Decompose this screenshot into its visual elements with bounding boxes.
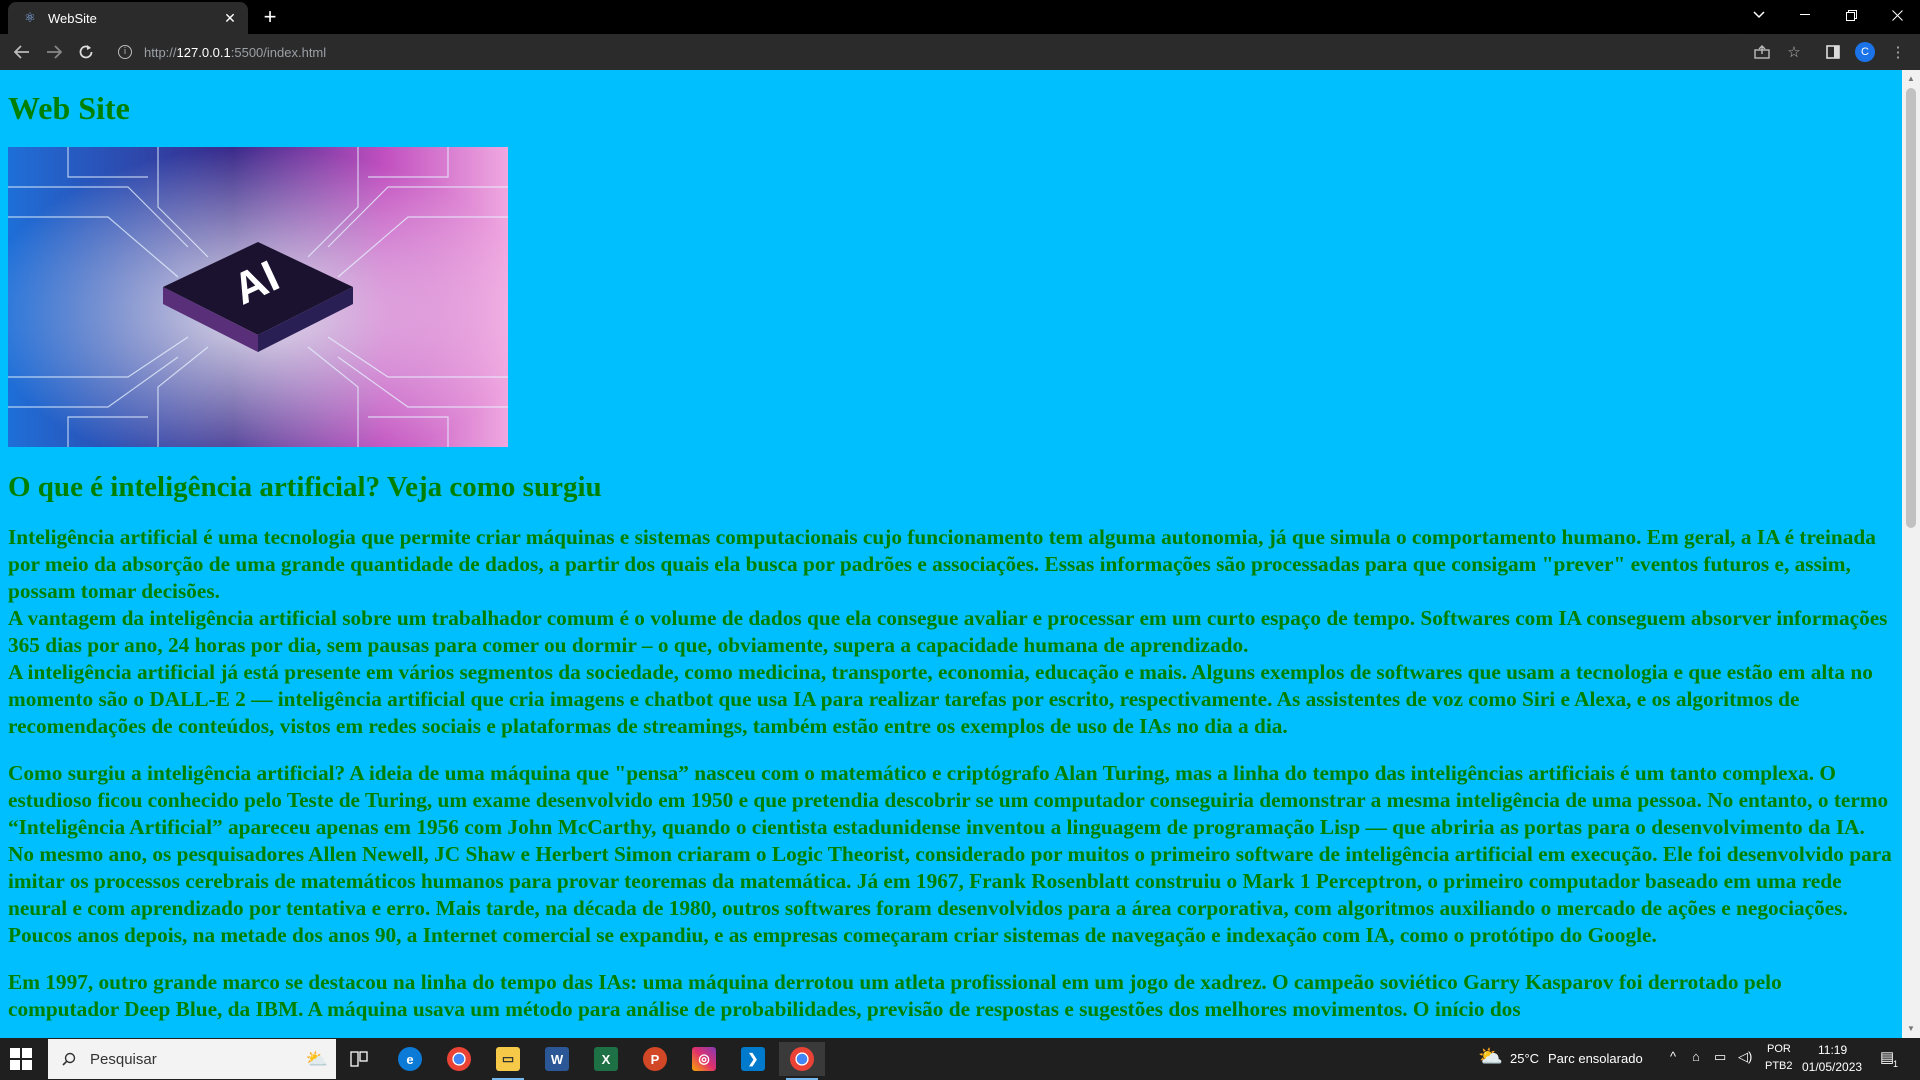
excel-app-icon[interactable]: X: [583, 1042, 629, 1076]
vscode-app-icon[interactable]: ❯: [730, 1042, 776, 1076]
search-icon: [62, 1052, 76, 1066]
intro-line-3: A inteligência artificial já está presen…: [8, 660, 1873, 738]
tab-title: WebSite: [48, 10, 97, 26]
bookmark-star-icon[interactable]: ☆: [1784, 42, 1804, 62]
tab-search-chevron-icon[interactable]: [1736, 0, 1782, 30]
url-text[interactable]: http://127.0.0.1:5500/index.html: [144, 45, 326, 60]
keyboard-layout-indicator[interactable]: PTB2: [1765, 1060, 1793, 1072]
windows-taskbar: Pesquisar ⛅ e ▭ W X P ◎ ❯ ⛅ 25°C Parc en…: [0, 1038, 1920, 1080]
browser-toolbar: i http://127.0.0.1:5500/index.html ☆ C ⋮: [0, 34, 1920, 70]
side-panel-icon[interactable]: [1823, 42, 1843, 62]
instagram-app-icon[interactable]: ◎: [681, 1042, 727, 1076]
language-indicator[interactable]: POR: [1767, 1043, 1791, 1055]
page-scrollbar[interactable]: ▲ ▼: [1902, 70, 1920, 1038]
search-highlight-icon: ⛅: [305, 1048, 328, 1069]
back-button[interactable]: [10, 40, 34, 64]
windows-start-icon[interactable]: [10, 1048, 32, 1070]
paragraph-history: Como surgiu a inteligência artificial? A…: [8, 761, 1892, 947]
close-window-button[interactable]: [1874, 0, 1920, 30]
minimize-button[interactable]: [1782, 0, 1828, 30]
usb-device-icon[interactable]: ⌂: [1692, 1049, 1700, 1064]
intro-line-1: Inteligência artificial é uma tecnologia…: [8, 525, 1876, 603]
reload-button[interactable]: [74, 40, 98, 64]
site-info-icon[interactable]: i: [118, 45, 132, 59]
chrome-profile-app-icon[interactable]: [779, 1042, 825, 1080]
forward-button[interactable]: [42, 40, 66, 64]
profile-avatar[interactable]: C: [1855, 42, 1875, 62]
address-bar[interactable]: i http://127.0.0.1:5500/index.html: [108, 38, 1748, 66]
clock-date[interactable]: 01/05/2023: [1802, 1060, 1862, 1074]
show-hidden-icons-chevron-icon[interactable]: ^: [1670, 1049, 1676, 1064]
clock-time[interactable]: 11:19: [1818, 1043, 1847, 1057]
edge-app-icon[interactable]: e: [387, 1042, 433, 1076]
new-tab-button[interactable]: +: [258, 6, 282, 30]
react-favicon-icon: ⚛: [24, 10, 36, 25]
volume-icon[interactable]: ◁): [1738, 1049, 1752, 1065]
weather-icon[interactable]: ⛅: [1478, 1044, 1503, 1069]
page-viewport: Web Site AI O que é inteligência artific…: [0, 70, 1902, 1038]
close-tab-icon[interactable]: ✕: [222, 10, 238, 26]
scroll-down-arrow-icon[interactable]: ▼: [1906, 1024, 1916, 1034]
share-icon[interactable]: [1752, 42, 1772, 62]
site-title: Web Site: [8, 90, 130, 126]
scroll-up-arrow-icon[interactable]: ▲: [1906, 74, 1916, 84]
ai-chip-hero-image: AI: [8, 147, 508, 447]
browser-tab[interactable]: ⚛ WebSite ✕: [8, 2, 248, 34]
restore-button[interactable]: [1828, 0, 1874, 30]
taskbar-search-box[interactable]: Pesquisar ⛅: [48, 1039, 336, 1079]
paragraph-1997: Em 1997, outro grande marco se destacou …: [8, 970, 1782, 1021]
powerpoint-app-icon[interactable]: P: [632, 1042, 678, 1076]
search-placeholder: Pesquisar: [90, 1050, 157, 1068]
weather-desc[interactable]: Parc ensolarado: [1548, 1051, 1643, 1066]
file-explorer-app-icon[interactable]: ▭: [485, 1042, 531, 1080]
article-title: O que é inteligência artificial? Veja co…: [8, 471, 602, 503]
scroll-thumb[interactable]: [1906, 88, 1916, 528]
intro-line-2: A vantagem da inteligência artificial so…: [8, 606, 1888, 657]
chrome-app-icon[interactable]: [436, 1042, 482, 1076]
notification-count-badge: 1: [1893, 1059, 1899, 1069]
menu-kebab-icon[interactable]: ⋮: [1888, 42, 1908, 62]
task-view-button[interactable]: [336, 1042, 382, 1076]
word-app-icon[interactable]: W: [534, 1042, 580, 1076]
paragraph-intro: Inteligência artificial é uma tecnologia…: [8, 524, 1894, 740]
browser-tab-bar: ⚛ WebSite ✕ +: [0, 0, 1920, 34]
weather-temp[interactable]: 25°C: [1510, 1051, 1539, 1066]
network-icon[interactable]: ▭: [1714, 1049, 1726, 1065]
